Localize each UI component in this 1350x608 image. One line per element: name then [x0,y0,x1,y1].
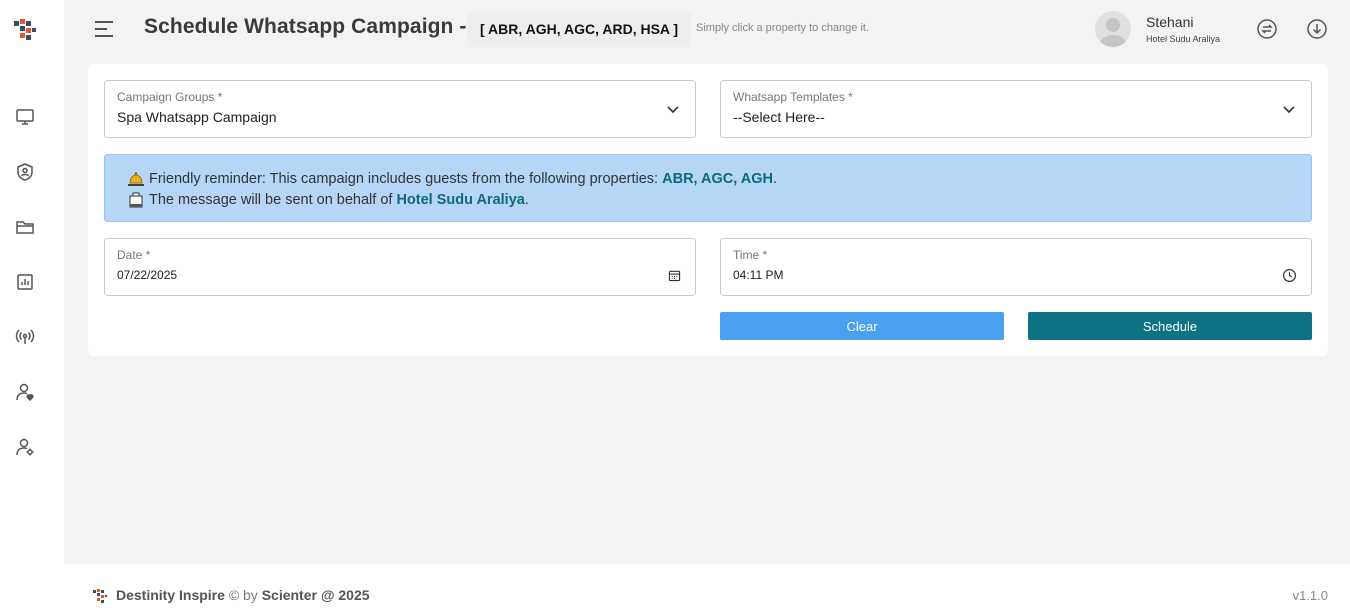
alert-text-1: Friendly reminder: This campaign include… [149,171,659,187]
user-avatar-icon [1100,18,1126,47]
whatsapp-templates-value: --Select Here-- [733,109,825,125]
footer-by: © by [228,587,258,603]
sidebar [0,0,64,564]
footer-logo-icon [93,589,107,603]
user-hotel: Hotel Sudu Araliya [1146,34,1221,44]
alert-end-1: . [773,171,778,187]
app-logo-icon[interactable] [12,18,38,42]
campaign-form-card: Campaign Groups * Spa Whatsapp Campaign … [88,64,1328,356]
clock-icon[interactable] [1282,268,1297,283]
chevron-down-icon [667,106,679,114]
user-settings-icon [16,438,34,456]
date-field[interactable]: Date * 07/22/2025 [104,238,696,296]
top-header: Schedule Whatsapp Campaign - [ ABR, AGH,… [64,0,1350,60]
sidebar-item-files[interactable] [12,214,38,240]
time-value: 04:11 PM [733,268,784,282]
sidebar-item-campaigns[interactable] [12,324,38,350]
menu-toggle-icon[interactable] [92,18,116,40]
campaign-groups-value: Spa Whatsapp Campaign [117,109,277,125]
date-label: Date * [117,248,151,262]
user-heart-icon [16,383,34,402]
property-selector[interactable]: [ ABR, AGH, AGC, ARD, HSA ] [467,11,692,47]
alert-line-sender: The message will be sent on behalf of Ho… [127,191,529,209]
hotel-icon [129,192,143,208]
campaign-groups-label: Campaign Groups * [117,90,223,104]
switch-icon[interactable] [1256,18,1278,40]
page-title: Schedule Whatsapp Campaign - [144,15,467,38]
footer-company: Scienter @ 2025 [261,587,370,603]
sidebar-item-dashboard[interactable] [12,104,38,130]
report-icon [17,274,33,290]
calendar-icon[interactable] [668,269,681,282]
app-version: v1.1.0 [1292,588,1328,603]
alert-end-2: . [524,192,529,208]
folder-icon [16,221,34,234]
reminder-alert: Friendly reminder: This campaign include… [104,154,1312,222]
avatar[interactable] [1095,11,1131,47]
sidebar-item-security[interactable] [12,159,38,185]
sidebar-item-reports[interactable] [12,269,38,295]
sidebar-item-guests[interactable] [12,379,38,405]
bell-icon [128,172,144,186]
whatsapp-templates-label: Whatsapp Templates * [733,90,853,104]
campaign-groups-select[interactable]: Campaign Groups * Spa Whatsapp Campaign [104,80,696,138]
shield-user-icon [17,163,33,181]
monitor-icon [16,109,34,125]
alert-properties: ABR, AGC, AGH [662,171,774,187]
property-hint: Simply click a property to change it. [696,22,870,34]
sidebar-item-user-settings[interactable] [12,434,38,460]
alert-line-properties: Friendly reminder: This campaign include… [127,170,777,188]
footer-credit: Destinity Inspire © by Scienter @ 2025 [116,587,370,603]
time-label: Time * [733,248,768,262]
alert-hotel: Hotel Sudu Araliya [396,192,525,208]
whatsapp-templates-select[interactable]: Whatsapp Templates * --Select Here-- [720,80,1312,138]
download-icon[interactable] [1306,18,1328,40]
time-field[interactable]: Time * 04:11 PM [720,238,1312,296]
user-name: Stehani [1146,14,1194,30]
broadcast-icon [15,329,35,344]
clear-button[interactable]: Clear [720,312,1004,340]
schedule-button[interactable]: Schedule [1028,312,1312,340]
chevron-down-icon [1283,106,1295,114]
footer-brand: Destinity Inspire [116,587,225,603]
date-value: 07/22/2025 [117,268,178,282]
alert-text-2: The message will be sent on behalf of [149,192,393,208]
